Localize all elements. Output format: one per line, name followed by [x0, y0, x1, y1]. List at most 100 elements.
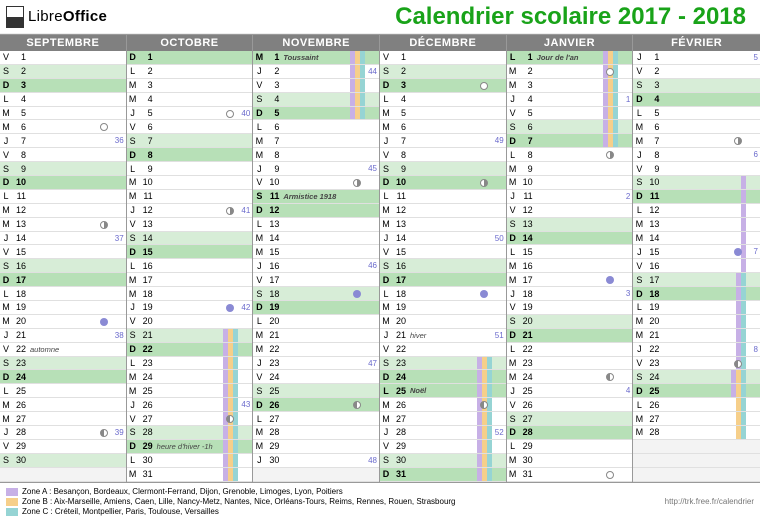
- day-row: S30: [380, 454, 506, 468]
- day-number: 11: [265, 191, 281, 201]
- zone-bar-C: [233, 384, 238, 397]
- day-number: 13: [265, 219, 281, 229]
- week-number: 46: [368, 261, 377, 270]
- day-letter: M: [0, 414, 12, 424]
- week-number: 37: [115, 234, 124, 243]
- day-letter: D: [507, 330, 519, 340]
- zone-bars: [477, 412, 492, 425]
- day-row: M20: [633, 315, 760, 329]
- day-letter: L: [253, 122, 265, 132]
- week-number: 44: [368, 67, 377, 76]
- day-number: 7: [392, 136, 408, 146]
- day-letter: M: [127, 94, 139, 104]
- day-row: V23: [633, 357, 760, 371]
- moon-phase-icon: [353, 290, 361, 298]
- zone-bar-C: [487, 412, 492, 425]
- day-letter: V: [253, 372, 265, 382]
- day-letter: M: [507, 80, 519, 90]
- day-number: 19: [392, 302, 408, 312]
- day-number: 8: [265, 150, 281, 160]
- month-column: SEPTEMBREV1S2D3L4M5M6J736V8S9D10L11M12M1…: [0, 35, 127, 482]
- day-number: 6: [12, 122, 28, 132]
- day-letter: J: [127, 108, 139, 118]
- day-row: D14: [507, 232, 633, 246]
- day-row: M6: [0, 120, 126, 134]
- zone-bar-C: [487, 370, 492, 383]
- day-number: 3: [519, 80, 535, 90]
- day-letter: V: [380, 247, 392, 257]
- day-row: J1437: [0, 232, 126, 246]
- day-row: D28: [507, 426, 633, 440]
- day-row: M9: [507, 162, 633, 176]
- day-letter: V: [380, 441, 392, 451]
- day-row: V27: [127, 412, 253, 426]
- day-row: M27: [380, 412, 506, 426]
- day-row: D4: [633, 93, 760, 107]
- day-row: S14: [127, 232, 253, 246]
- day-row: M18: [127, 287, 253, 301]
- day-number: 27: [12, 414, 28, 424]
- zone-bar-A: [741, 259, 746, 272]
- logo-mark-icon: [6, 6, 24, 28]
- day-row: L30: [127, 454, 253, 468]
- zone-bars: [741, 259, 746, 272]
- day-row: D25: [633, 384, 760, 398]
- day-letter: L: [507, 247, 519, 257]
- day-number: 7: [139, 136, 155, 146]
- day-number: 7: [265, 136, 281, 146]
- day-number: 11: [645, 191, 661, 201]
- zone-bar-C: [360, 79, 365, 92]
- month-grid: V1S2D3L4M5M6J736V8S9D10L11M12M13J1437V15…: [0, 51, 126, 482]
- day-letter: L: [253, 414, 265, 424]
- zone-bar-C: [233, 426, 238, 439]
- day-letter: M: [633, 414, 645, 424]
- zone-bar-C: [741, 315, 746, 328]
- day-letter: S: [253, 289, 265, 299]
- day-row: M1Toussaint: [253, 51, 379, 65]
- zone-bar-C: [360, 107, 365, 120]
- day-letter: J: [127, 400, 139, 410]
- day-number: 30: [392, 455, 408, 465]
- zone-bar-C: [613, 134, 618, 147]
- day-letter: L: [253, 316, 265, 326]
- day-letter: D: [633, 289, 645, 299]
- day-number: 31: [139, 469, 155, 479]
- day-letter: L: [507, 441, 519, 451]
- day-number: 6: [519, 122, 535, 132]
- day-number: 12: [392, 205, 408, 215]
- day-row: V1: [380, 51, 506, 65]
- zone-bars: [350, 93, 365, 106]
- zone-bars: [350, 79, 365, 92]
- zone-bar-C: [233, 412, 238, 425]
- day-letter: V: [380, 150, 392, 160]
- day-letter: V: [380, 344, 392, 354]
- day-row: J1241: [127, 204, 253, 218]
- day-number: 11: [519, 191, 535, 201]
- day-letter: M: [507, 177, 519, 187]
- day-number: 5: [265, 108, 281, 118]
- day-number: 10: [392, 177, 408, 187]
- day-row: L11: [380, 190, 506, 204]
- day-letter: M: [253, 136, 265, 146]
- day-row: L16: [127, 259, 253, 273]
- day-number: 26: [265, 400, 281, 410]
- day-number: 2: [392, 66, 408, 76]
- day-letter: V: [507, 302, 519, 312]
- day-number: 4: [645, 94, 661, 104]
- day-row: M13: [633, 218, 760, 232]
- zone-bars: [736, 329, 746, 342]
- day-number: 9: [139, 164, 155, 174]
- day-number: 30: [519, 455, 535, 465]
- day-row: S23: [0, 357, 126, 371]
- day-number: 14: [392, 233, 408, 243]
- day-letter: S: [507, 219, 519, 229]
- day-number: 23: [12, 358, 28, 368]
- day-letter: D: [507, 233, 519, 243]
- month-grid: J15V2S3D4L5M6M7J86V9S10D11L12M13M14J157V…: [633, 51, 760, 482]
- week-number: 51: [495, 331, 504, 340]
- day-number: 6: [265, 122, 281, 132]
- day-row: S16: [0, 259, 126, 273]
- legend-row: Zone B : Aix-Marseille, Amiens, Caen, Li…: [6, 497, 456, 506]
- zone-bars: [603, 51, 618, 64]
- day-row: D10: [0, 176, 126, 190]
